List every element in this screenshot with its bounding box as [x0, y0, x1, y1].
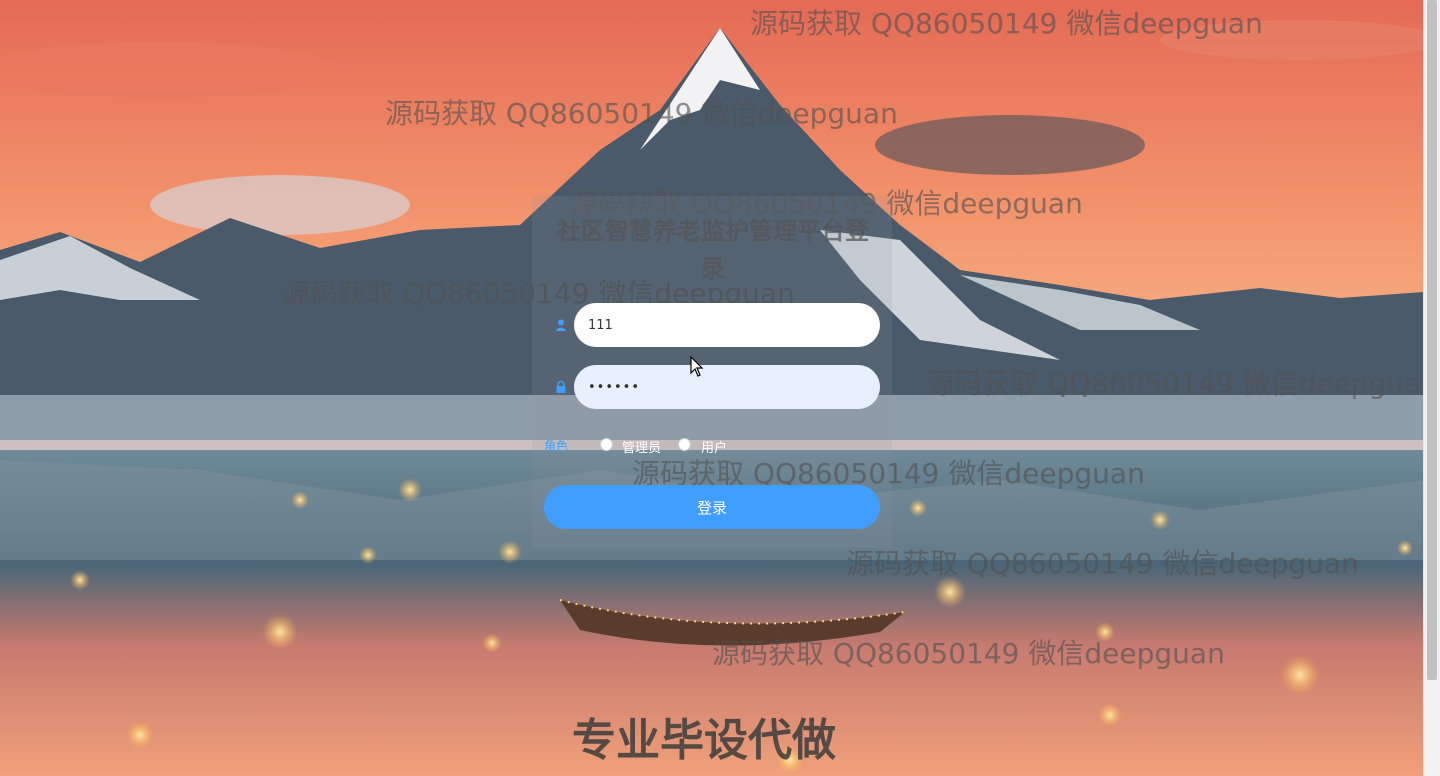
username-input[interactable] [574, 303, 880, 347]
bottom-banner: 专业毕设代做 [572, 715, 836, 766]
login-button[interactable]: 登录 [544, 485, 880, 529]
vertical-scrollbar[interactable] [1423, 0, 1440, 776]
role-admin-label[interactable]: 管理员 [622, 437, 661, 456]
scrollbar-thumb[interactable] [1427, 0, 1437, 680]
role-radio-user[interactable] [678, 438, 691, 451]
login-page: 源码获取 QQ86050149 微信deepguan 源码获取 QQ860501… [0, 0, 1440, 776]
lock-icon [556, 380, 566, 393]
user-icon [555, 319, 567, 331]
login-title: 社区智慧养老监护管理平台登录 [557, 217, 869, 283]
password-input[interactable] [574, 365, 880, 409]
mouse-cursor-icon [690, 356, 704, 377]
role-radio-admin[interactable] [600, 438, 613, 451]
role-user-label[interactable]: 用户 [701, 437, 727, 456]
role-label: 角色 [544, 439, 569, 453]
